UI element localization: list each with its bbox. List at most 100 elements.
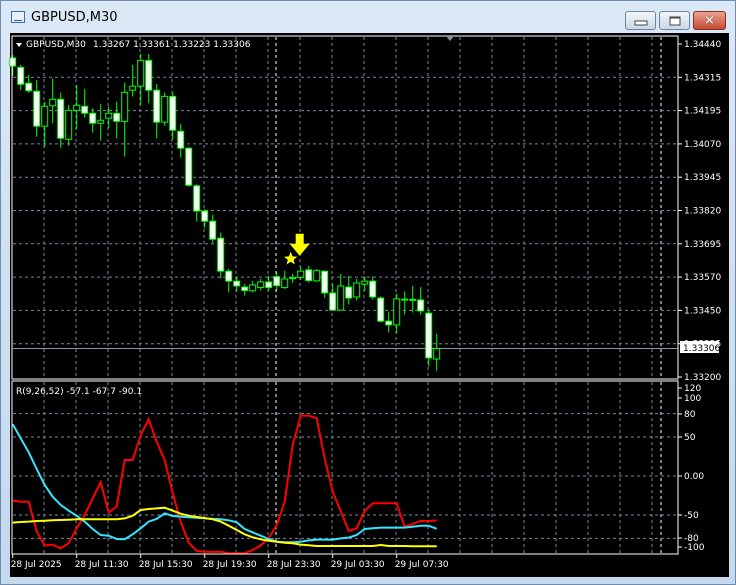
candle-body (105, 112, 113, 119)
candle-body (409, 298, 417, 301)
candle (289, 273, 297, 284)
candle (225, 268, 233, 293)
price-tick-label: 1.33450 (684, 306, 721, 316)
candle (161, 92, 169, 126)
candle (209, 214, 217, 243)
price-tick-label: 1.34070 (684, 140, 721, 150)
candle-body (209, 220, 217, 240)
indicator-tick-label: 50 (684, 433, 696, 443)
time-tick-label: 29 Jul 03:30 (331, 560, 385, 570)
candle-body (257, 281, 265, 289)
triangle-down-icon[interactable] (16, 43, 22, 47)
candle-body (9, 57, 17, 67)
candle-body (337, 285, 345, 311)
candle-body (25, 82, 33, 92)
candle-body (153, 89, 161, 123)
candle-body (313, 270, 321, 282)
candle (129, 64, 137, 97)
candle (249, 280, 257, 293)
candle (297, 266, 305, 280)
candle-body (353, 282, 361, 298)
candle (265, 275, 273, 291)
price-tick-label: 1.34195 (684, 107, 721, 117)
candle-body (201, 210, 209, 222)
candle (169, 92, 177, 140)
candle-body (289, 277, 297, 280)
candle-body (369, 280, 377, 298)
candle (185, 147, 193, 187)
candle-body (185, 147, 193, 186)
candle-body (281, 278, 289, 289)
candle (73, 85, 81, 129)
candle-body (137, 59, 145, 87)
chart-symbol-label: GBPUSD,M30 (26, 40, 86, 50)
candle (433, 333, 441, 371)
candle (409, 285, 417, 313)
candle-body (329, 292, 337, 311)
time-tick-label: 28 Jul 19:30 (203, 560, 257, 570)
candle (241, 284, 249, 296)
candle (105, 106, 113, 129)
candle-body (393, 298, 401, 326)
price-tick-label: 1.34440 (684, 40, 721, 50)
candle-body (273, 276, 281, 287)
candle-body (249, 284, 257, 292)
candle (305, 265, 313, 283)
candle (281, 270, 289, 290)
candle (377, 296, 385, 323)
candle (153, 84, 161, 139)
candle (137, 53, 145, 105)
candle (49, 78, 57, 124)
candle (361, 276, 369, 291)
candle-body (41, 105, 49, 127)
candle (121, 82, 129, 157)
star-icon (284, 251, 298, 265)
price-tick-label: 1.33570 (684, 273, 721, 283)
candle-body (169, 95, 177, 131)
candle-body (385, 320, 393, 326)
time-tick-label: 28 Jul 23:30 (267, 560, 321, 570)
candle-body (433, 348, 441, 360)
candle-body (233, 280, 241, 287)
candle-body (177, 130, 185, 149)
candle (353, 278, 361, 301)
candle (313, 269, 321, 282)
candle (425, 310, 433, 367)
candle-body (73, 104, 81, 111)
indicator-tick-label: 120 (684, 384, 701, 394)
candle (369, 276, 377, 300)
candle (65, 104, 73, 146)
candle (393, 293, 401, 333)
candle-body (161, 95, 169, 123)
price-chart[interactable]: 1.34440 1.34315 1.34195 1.34070 1.33945 1.338… (0, 0, 736, 585)
candle (81, 88, 89, 118)
candle-body (145, 59, 153, 91)
price-tick-label: 1.34315 (684, 73, 721, 83)
chart-ohlc-label: 1.33267 1.33361 1.33223 1.33306 (93, 40, 251, 50)
candle (57, 92, 65, 148)
candle (329, 283, 337, 311)
chart-shift-marker-icon[interactable] (446, 36, 454, 41)
price-tick-label: 1.33200 (684, 373, 721, 383)
candle-body (417, 299, 425, 312)
candle (385, 311, 393, 333)
candle (401, 291, 409, 315)
indicator-pane-border (11, 380, 679, 555)
candle-body (305, 269, 313, 282)
candle (89, 108, 97, 133)
price-tick-label: 1.33695 (684, 240, 721, 250)
indicator-tick-label: -50 (684, 511, 699, 521)
indicator-header-label: R(9,26,52) -57.1 -67.7 -90.1 (16, 387, 142, 397)
main-pane-border (11, 35, 679, 380)
time-tick-label: 29 Jul 07:30 (395, 560, 449, 570)
candle (17, 64, 25, 90)
indicator-tick-label: 100 (684, 394, 701, 404)
candle (257, 278, 265, 291)
candle-body (49, 98, 57, 107)
candle-body (97, 119, 105, 124)
candle-body (113, 112, 121, 122)
candle (201, 208, 209, 229)
candle (345, 275, 353, 305)
indicator-tick-label: 80 (684, 410, 696, 420)
candle (193, 184, 201, 222)
